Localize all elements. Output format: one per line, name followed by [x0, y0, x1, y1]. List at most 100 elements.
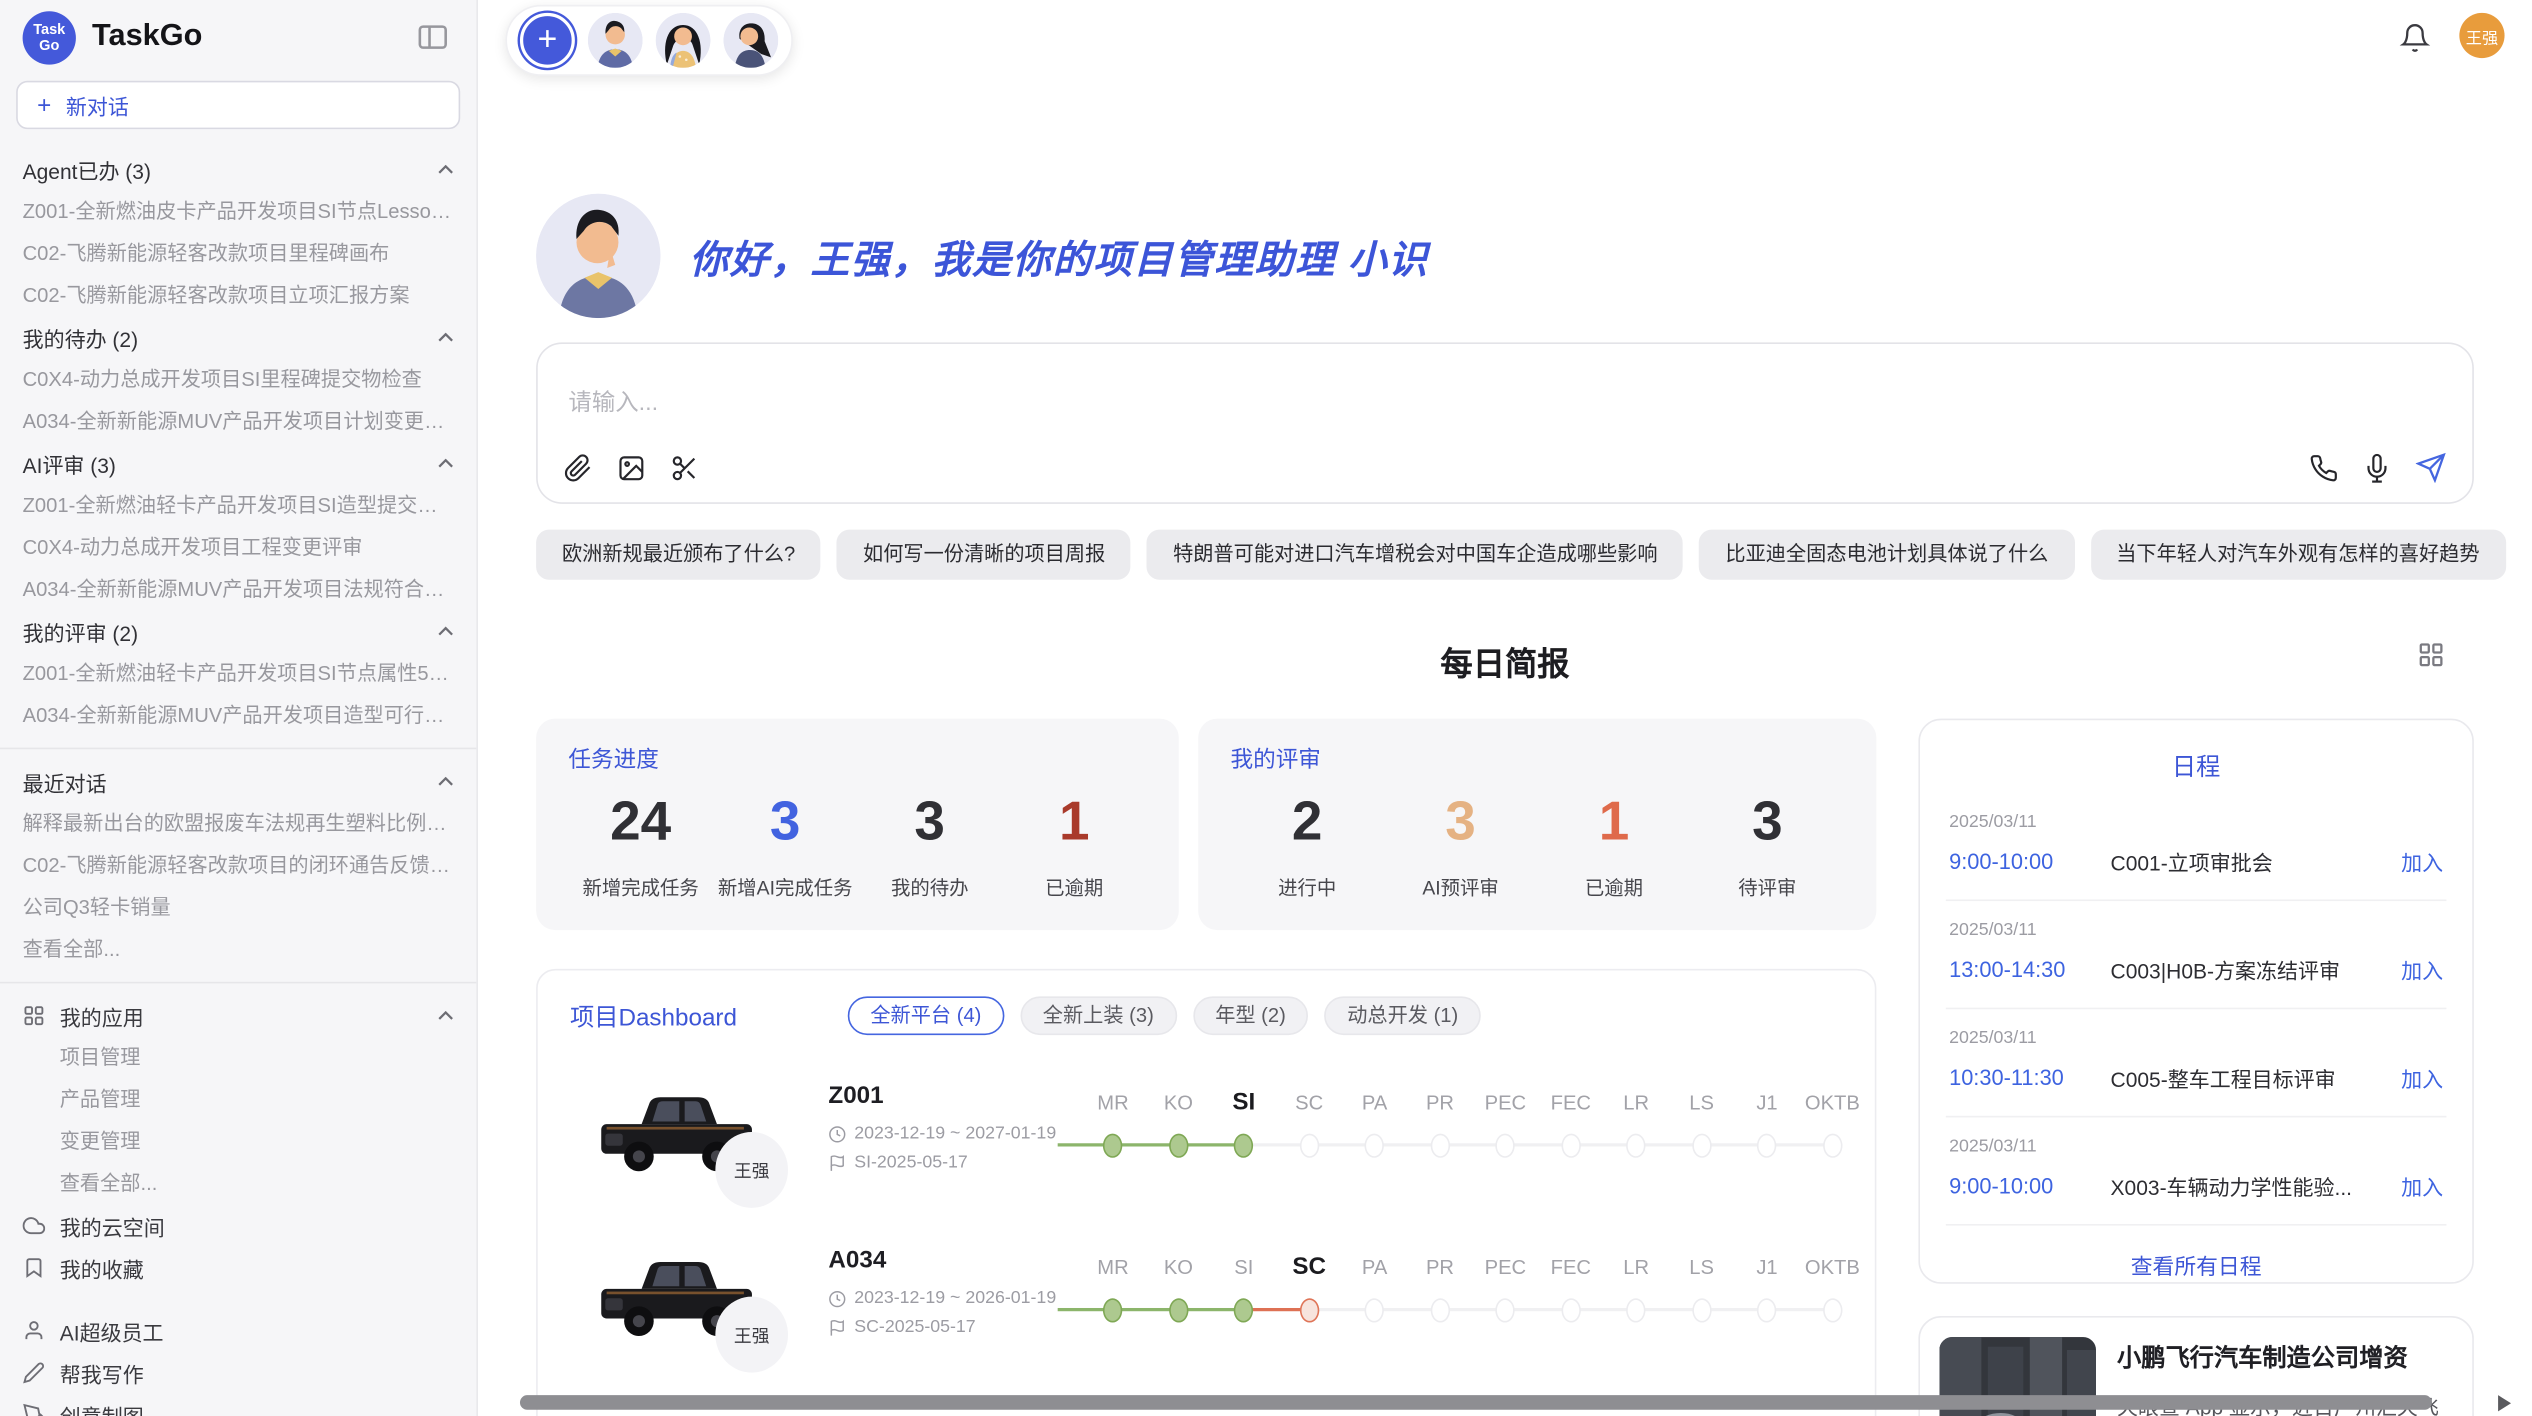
- attachment-icon[interactable]: [564, 454, 593, 483]
- milestone-dot: [1430, 1298, 1449, 1322]
- tab-model-year[interactable]: 年型 (2): [1193, 996, 1309, 1035]
- apps-view-all[interactable]: 查看全部...: [16, 1163, 460, 1205]
- section-agent-done[interactable]: Agent已办 (3): [16, 149, 460, 191]
- image-icon[interactable]: [617, 454, 646, 483]
- recent-chat-item[interactable]: 解释最新出台的欧盟报废车法规再生塑料比例被调至15%...: [16, 803, 460, 845]
- chevron-up-icon: [438, 333, 454, 343]
- milestone-label: LR: [1623, 1087, 1649, 1119]
- suggestion-chip[interactable]: 当下年轻人对汽车外观有怎样的喜好趋势: [2090, 530, 2505, 580]
- task-item[interactable]: A034-全新新能源MUV产品开发项目法规符合性评审: [16, 568, 460, 610]
- schedule-event-title: C005-整车工程目标评审: [2111, 1063, 2402, 1094]
- app-item-product-mgmt[interactable]: 产品管理: [16, 1079, 460, 1121]
- suggestion-chip[interactable]: 如何写一份清晰的项目周报: [837, 530, 1131, 580]
- milestone-dot: [1300, 1134, 1319, 1158]
- project-info: Z001 2023-12-19 ~ 2027-01-19 SI-2025-05-…: [828, 1074, 1073, 1200]
- schedule-event-title: X003-车辆动力学性能验...: [2111, 1171, 2402, 1202]
- task-item[interactable]: C02-飞腾新能源轻客改款项目立项汇报方案: [16, 275, 460, 317]
- join-link[interactable]: 加入: [2401, 846, 2443, 877]
- project-milestone-flag: SI-2025-05-17: [828, 1153, 1073, 1172]
- recent-chat-item[interactable]: 公司Q3轻卡销量: [16, 887, 460, 929]
- sidebar-item-favorites[interactable]: 我的收藏: [16, 1247, 460, 1289]
- project-thumbnail: 王强: [596, 1074, 757, 1193]
- milestone-label-current: SC: [1292, 1251, 1326, 1283]
- task-item[interactable]: Z001-全新燃油皮卡产品开发项目SI节点Lesson Learn报告: [16, 191, 460, 233]
- stat-review-overdue: 1 已逾期: [1537, 791, 1690, 901]
- stat-value: 3: [857, 791, 1002, 854]
- tab-new-platform[interactable]: 全新平台 (4): [848, 996, 1004, 1035]
- my-review-card: 我的评审 2 进行中 3 AI预评审: [1198, 719, 1876, 931]
- phone-icon[interactable]: [2309, 453, 2338, 482]
- stat-label: AI预评审: [1384, 874, 1537, 901]
- new-chat-button[interactable]: + 新对话: [16, 81, 460, 129]
- milestone-label: SC: [1295, 1087, 1323, 1119]
- task-item[interactable]: Z001-全新燃油轻卡产品开发项目SI节点属性5D文件评审: [16, 652, 460, 694]
- sidebar-item-ai-employee[interactable]: AI超级员工: [16, 1310, 460, 1352]
- scrollbar-right-arrow[interactable]: [2498, 1395, 2511, 1411]
- sidebar: Task Go TaskGo + 新对话 Agent已办 (3) Z001-全新…: [0, 0, 478, 1416]
- section-recent-chats[interactable]: 最近对话: [16, 761, 460, 803]
- milestone-label: OKTB: [1805, 1087, 1860, 1119]
- milestone-label: PR: [1426, 1251, 1454, 1283]
- favorites-label: 我的收藏: [60, 1252, 454, 1283]
- chevron-up-icon: [438, 1011, 454, 1021]
- sidebar-item-creative-draw[interactable]: 创意制图: [16, 1394, 460, 1416]
- task-item[interactable]: C0X4-动力总成开发项目工程变更评审: [16, 526, 460, 568]
- mic-icon[interactable]: [2362, 453, 2391, 482]
- horizontal-scrollbar[interactable]: [520, 1395, 2432, 1410]
- tab-powertrain[interactable]: 动总开发 (1): [1325, 996, 1481, 1035]
- chevron-up-icon: [438, 627, 454, 637]
- suggestion-chip[interactable]: 比亚迪全固态电池计划具体说了什么: [1700, 530, 2075, 580]
- milestone-dot-done: [1169, 1298, 1188, 1322]
- stat-value: 2: [1230, 791, 1383, 854]
- dashboard-title: 项目Dashboard: [570, 999, 848, 1033]
- section-title: AI评审 (3): [23, 448, 116, 479]
- schedule-item: 2025/03/11 10:30-11:30 C005-整车工程目标评审 加入: [1946, 1009, 2447, 1117]
- schedule-event-title: C003|H0B-方案冻结评审: [2111, 954, 2402, 985]
- project-row-a034[interactable]: 王强 A034 2023-12-19 ~ 2026-01-19: [570, 1239, 1842, 1365]
- milestone-label: PA: [1362, 1251, 1387, 1283]
- section-my-todo[interactable]: 我的待办 (2): [16, 317, 460, 359]
- task-item[interactable]: A034-全新新能源MUV产品开发项目计划变更表编写: [16, 400, 460, 442]
- schedule-time: 13:00-14:30: [1949, 958, 2110, 982]
- schedule-item: 2025/03/11 9:00-10:00 C001-立项审批会 加入: [1946, 793, 2447, 901]
- chat-input-card: [536, 342, 2474, 503]
- scissors-icon[interactable]: [670, 454, 699, 483]
- app-item-change-mgmt[interactable]: 变更管理: [16, 1121, 460, 1163]
- suggestion-chip[interactable]: 特朗普可能对进口汽车增税会对中国车企造成哪些影响: [1147, 530, 1683, 580]
- sidebar-item-cloud-space[interactable]: 我的云空间: [16, 1205, 460, 1247]
- join-link[interactable]: 加入: [2401, 954, 2443, 985]
- section-title: 我的待办 (2): [23, 322, 138, 353]
- project-row-z001[interactable]: 王强 Z001 2023-12-19 ~ 2027-01-19: [570, 1074, 1842, 1200]
- section-ai-review[interactable]: AI评审 (3): [16, 442, 460, 484]
- stat-label: 新增AI完成任务: [713, 874, 858, 901]
- schedule-panel: 日程 2025/03/11 9:00-10:00 C001-立项审批会 加入 2…: [1918, 719, 2473, 1284]
- recent-view-all[interactable]: 查看全部...: [16, 929, 460, 971]
- app-item-project-mgmt[interactable]: 项目管理: [16, 1037, 460, 1079]
- suggestion-chips: 欧洲新规最近颁布了什么? 如何写一份清晰的项目周报 特朗普可能对进口汽车增税会对…: [536, 530, 2474, 580]
- layout-grid-icon[interactable]: [2417, 641, 2444, 668]
- view-all-schedule-link[interactable]: 查看所有日程: [1946, 1226, 2447, 1284]
- task-item[interactable]: C02-飞腾新能源轻客改款项目里程碑画布: [16, 233, 460, 275]
- flag-label: SI-2025-05-17: [854, 1153, 968, 1172]
- sidebar-item-write-helper[interactable]: 帮我写作: [16, 1352, 460, 1394]
- task-item[interactable]: Z001-全新燃油轻卡产品开发项目SI造型提交物评审: [16, 484, 460, 526]
- recent-chat-item[interactable]: C02-飞腾新能源轻客改款项目的闭环通告反馈情况: [16, 845, 460, 887]
- suggestion-chip[interactable]: 欧洲新规最近颁布了什么?: [536, 530, 821, 580]
- task-item[interactable]: C0X4-动力总成开发项目SI里程碑提交物检查: [16, 358, 460, 400]
- sidebar-header: Task Go TaskGo: [16, 0, 460, 74]
- send-icon[interactable]: [2416, 452, 2447, 483]
- stat-pending-review: 3 待评审: [1691, 791, 1844, 901]
- sidebar-item-my-apps[interactable]: 我的应用: [16, 995, 460, 1037]
- logo-text-bottom: Go: [39, 37, 59, 53]
- stat-label: 已逾期: [1537, 874, 1690, 901]
- chat-input[interactable]: [565, 389, 2025, 418]
- section-my-review[interactable]: 我的评审 (2): [16, 610, 460, 652]
- stat-my-todo: 3 我的待办: [857, 791, 1002, 901]
- sidebar-collapse-icon[interactable]: [418, 24, 447, 50]
- join-link[interactable]: 加入: [2401, 1171, 2443, 1202]
- new-chat-label: 新对话: [66, 90, 129, 121]
- flag-label: SC-2025-05-17: [854, 1318, 975, 1337]
- join-link[interactable]: 加入: [2401, 1063, 2443, 1094]
- task-item[interactable]: A034-全新新能源MUV产品开发项目造型可行性评审: [16, 694, 460, 736]
- tab-new-body[interactable]: 全新上装 (3): [1020, 996, 1176, 1035]
